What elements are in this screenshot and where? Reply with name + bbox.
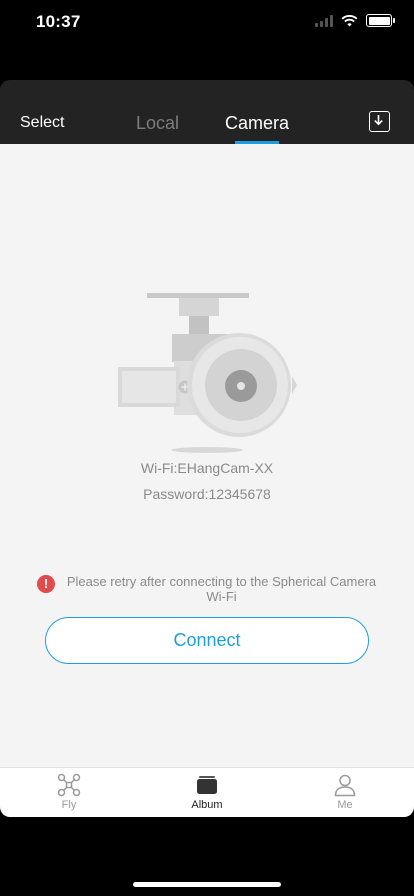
tabbar-label-album: Album <box>191 799 223 811</box>
connection-alert: ! Please retry after connecting to the S… <box>37 574 382 604</box>
tabbar-item-album[interactable]: Album <box>138 768 276 817</box>
camera-content: Wi-Fi:EHangCam-XX Password:12345678 ! Pl… <box>0 144 414 767</box>
tabbar-label-fly: Fly <box>61 799 77 811</box>
tabbar-label-me: Me <box>337 799 353 811</box>
camera-illustration <box>118 293 297 453</box>
status-time: 10:37 <box>36 12 81 31</box>
album-icon <box>197 776 217 794</box>
home-indicator[interactable] <box>133 882 281 887</box>
tab-camera[interactable]: Camera <box>225 113 289 134</box>
wifi-password-label: Password:12345678 <box>143 486 271 502</box>
warning-icon: ! <box>37 575 55 593</box>
tabbar-item-me[interactable]: Me <box>276 768 414 817</box>
alert-message: Please retry after connecting to the Sph… <box>66 574 377 604</box>
select-button[interactable]: Select <box>20 114 64 132</box>
album-header: Select Local Camera <box>0 80 414 144</box>
drone-icon <box>57 773 81 797</box>
wifi-name-label: Wi-Fi:EHangCam-XX <box>140 460 274 476</box>
battery-icon <box>366 14 395 27</box>
bottom-tab-bar: Fly Album Me <box>0 767 414 817</box>
status-bar: 10:37 <box>0 0 414 50</box>
tabbar-item-fly[interactable]: Fly <box>0 768 138 817</box>
download-button[interactable] <box>369 111 390 132</box>
cellular-signal-icon <box>315 14 333 27</box>
tab-local[interactable]: Local <box>136 113 179 134</box>
wifi-icon <box>341 14 358 26</box>
connect-button[interactable]: Connect <box>45 617 369 664</box>
person-icon <box>334 774 356 797</box>
download-icon <box>373 114 383 125</box>
